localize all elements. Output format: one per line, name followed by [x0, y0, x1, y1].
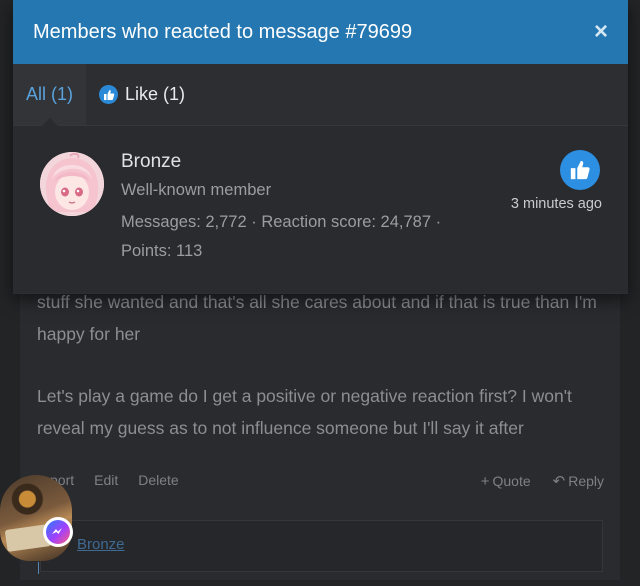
- reaction-timestamp: 3 minutes ago: [510, 196, 602, 212]
- reaction-tabs: All (1) Like (1): [13, 64, 628, 126]
- reply-label: Reply: [568, 473, 604, 489]
- reactions-modal: Members who reacted to message #79699 × …: [13, 0, 628, 294]
- post-actions-right: + Quote ↶ Reply: [481, 472, 604, 491]
- like-reaction-icon: [560, 150, 600, 190]
- member-row: Bronze Well-known member Messages: 2,772…: [13, 126, 628, 293]
- messenger-icon[interactable]: [43, 517, 73, 547]
- member-title: Well-known member: [121, 181, 272, 199]
- quote-label: Quote: [492, 473, 531, 489]
- thumbs-up-icon: [99, 85, 119, 104]
- post-paragraph-2: Let's play a game do I get a positive or…: [37, 386, 572, 438]
- reply-arrow-icon: ↶: [552, 473, 566, 490]
- messenger-bolt-icon: [52, 528, 62, 534]
- tab-all[interactable]: All (1): [13, 64, 87, 126]
- modal-header: Members who reacted to message #79699 ×: [13, 0, 628, 64]
- member-name-link[interactable]: Bronze: [121, 151, 181, 173]
- close-icon[interactable]: ×: [594, 20, 608, 44]
- tab-like-label: Like (1): [125, 84, 186, 104]
- edit-link[interactable]: Edit: [94, 472, 118, 488]
- avatar[interactable]: [40, 152, 104, 216]
- post-actions-left: port Edit Delete: [50, 472, 179, 488]
- plus-icon: +: [480, 472, 490, 490]
- quote-button[interactable]: + Quote: [481, 472, 531, 490]
- reply-mention-link[interactable]: Bronze: [77, 536, 125, 553]
- modal-title: Members who reacted to message #79699: [33, 20, 413, 43]
- tab-all-label: All (1): [26, 84, 74, 104]
- tab-like[interactable]: Like (1): [86, 64, 198, 125]
- member-stats: Messages: 2,772 · Reaction score: 24,787…: [121, 213, 442, 260]
- reply-button[interactable]: ↶ Reply: [553, 472, 604, 490]
- post-paragraph-1: stuff she wanted and that's all she care…: [37, 292, 597, 344]
- delete-link[interactable]: Delete: [138, 472, 178, 488]
- text-cursor: [38, 562, 39, 574]
